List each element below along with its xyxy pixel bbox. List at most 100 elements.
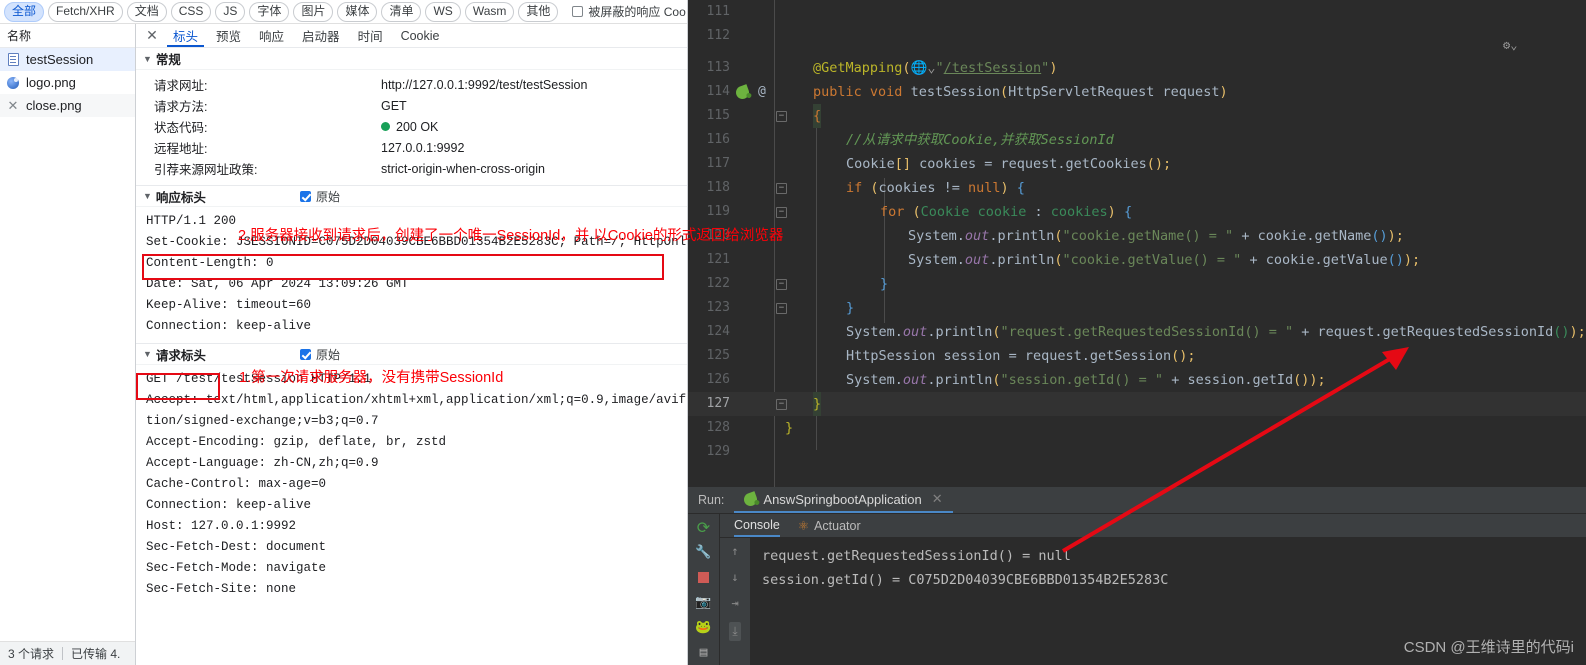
rerun-icon[interactable]: ⟳ — [695, 518, 713, 537]
row-value: strict-origin-when-cross-origin — [381, 161, 545, 176]
code-line: 122 − } — [688, 272, 1586, 296]
code-text: } — [846, 300, 855, 316]
run-config-tab[interactable]: AnswSpringbootApplication ✕ — [734, 487, 953, 513]
raw-label: 原始 — [315, 347, 340, 362]
network-status-bar: 3 个请求 已传输 4. — [0, 641, 135, 665]
run-header: Run: AnswSpringbootApplication ✕ — [688, 487, 1586, 514]
detail-tabs-bar: ✕ 标头 预览 响应 启动器 时间 Cookie — [136, 24, 687, 48]
scroll-down-icon[interactable]: ↓ — [731, 570, 738, 584]
tab-response[interactable]: 响应 — [250, 24, 293, 47]
code-text: System.out.println("session.getId() = " … — [846, 372, 1326, 388]
code-text: HttpSession session = request.getSession… — [846, 348, 1196, 364]
chevron-down-icon: ▼ — [143, 349, 152, 359]
detail-scroll-area[interactable]: ▼ 常规 请求网址: http://127.0.0.1:9992/test/te… — [136, 48, 687, 665]
filter-chip-image[interactable]: 图片 — [293, 1, 334, 22]
close-icon[interactable]: ✕ — [140, 24, 164, 47]
line-number: 118 — [706, 180, 730, 195]
tab-initiator[interactable]: 启动器 — [293, 24, 349, 47]
section-response-headers-header[interactable]: ▼ 响应标头 原始 — [136, 185, 687, 207]
section-general-header[interactable]: ▼ 常规 — [136, 48, 687, 70]
filter-chip-media[interactable]: 媒体 — [337, 1, 378, 22]
filter-chip-font[interactable]: 字体 — [249, 1, 290, 22]
camera-icon[interactable]: 📷 — [695, 593, 713, 611]
devtools-network-panel: 全部 Fetch/XHR 文档 CSS JS 字体 图片 媒体 清单 WS Wa… — [0, 0, 688, 665]
filter-chip-other[interactable]: 其他 — [518, 1, 559, 22]
response-raw-toggle[interactable]: 原始 — [299, 188, 340, 205]
tab-cookie[interactable]: Cookie — [392, 24, 449, 47]
request-raw-toggle[interactable]: 原始 — [299, 346, 340, 363]
request-detail-column: ✕ 标头 预览 响应 启动器 时间 Cookie ▼ 常规 请求网址: http… — [136, 24, 687, 665]
code-line: 126 System.out.println("session.getId() … — [688, 368, 1586, 392]
line-number: 114 — [706, 84, 730, 99]
scroll-to-end-icon[interactable]: ⤓ — [729, 622, 741, 641]
code-fold-icon[interactable]: − — [776, 111, 787, 122]
filter-chip-css[interactable]: CSS — [170, 1, 212, 22]
code-text: } — [785, 420, 794, 436]
code-fold-icon[interactable]: − — [776, 183, 787, 194]
code-fold-icon[interactable]: − — [776, 303, 787, 314]
header-line: Accept-Encoding: gzip, deflate, br, zstd — [146, 435, 447, 449]
checkbox-checked-icon — [299, 348, 311, 360]
stop-icon[interactable] — [695, 568, 713, 586]
list-item[interactable]: ✕ close.png — [0, 94, 135, 117]
checkbox-box-icon — [572, 6, 584, 17]
transferred-size: 已传输 4. — [71, 647, 121, 661]
header-line: Accept-Language: zh-CN,zh;q=0.9 — [146, 456, 379, 470]
code-line-current: 127 − } — [688, 392, 1586, 417]
spring-boot-icon — [742, 490, 760, 508]
filter-chip-doc[interactable]: 文档 — [126, 1, 167, 22]
header-line: Cache-Control: max-age=0 — [146, 477, 327, 491]
settings-wrench-icon[interactable]: 🔧 — [695, 543, 713, 561]
line-number: 129 — [706, 444, 730, 459]
tab-preview[interactable]: 预览 — [207, 24, 250, 47]
filter-chip-all[interactable]: 全部 — [4, 1, 45, 22]
blocked-cookies-label: 被屏蔽的响应 Coo — [588, 5, 686, 19]
filter-chip-fetch-xhr[interactable]: Fetch/XHR — [48, 1, 123, 22]
blocked-cookies-checkbox[interactable]: 被屏蔽的响应 Coo — [572, 3, 686, 20]
code-text: if (cookies != null) { — [846, 180, 1025, 196]
list-item-label: close.png — [26, 98, 82, 113]
tab-actuator[interactable]: ⚛ Actuator — [798, 514, 861, 537]
code-line: 117 Cookie[] cookies = request.getCookie… — [688, 152, 1586, 176]
code-line: 113 @GetMapping(🌐⌄"/testSession") — [688, 56, 1586, 80]
code-fold-icon[interactable]: − — [776, 399, 787, 410]
filter-chip-ws[interactable]: WS — [425, 1, 461, 22]
tab-headers[interactable]: 标头 — [164, 24, 207, 47]
list-item[interactable]: testSession — [0, 48, 135, 71]
layout-icon[interactable]: ▤ — [695, 643, 713, 661]
tab-timing[interactable]: 时间 — [349, 24, 392, 47]
list-item[interactable]: logo.png — [0, 71, 135, 94]
annotation-note-1: 1.第一次请求服务器，没有携带SessionId — [239, 370, 504, 386]
code-line: 128 } — [688, 416, 1586, 440]
row-value-status: 200 OK — [381, 120, 438, 134]
header-line: Content-Length: 0 — [146, 256, 274, 270]
request-headers-list: GET /test/testSession HTTP/1.1 Accept: t… — [136, 365, 687, 602]
table-row: 引荐来源网址政策: strict-origin-when-cross-origi… — [136, 158, 687, 179]
close-icon[interactable]: ✕ — [932, 491, 943, 507]
table-row: 请求网址: http://127.0.0.1:9992/test/testSes… — [136, 74, 687, 95]
filter-chip-js[interactable]: JS — [215, 1, 246, 22]
profiler-icon[interactable]: 🐸 — [695, 618, 713, 636]
filter-chip-manifest[interactable]: 清单 — [381, 1, 422, 22]
annotation-gutter-icon[interactable]: @ — [758, 80, 766, 104]
filter-chip-wasm[interactable]: Wasm — [464, 1, 515, 22]
request-list[interactable]: testSession logo.png ✕ close.png — [0, 48, 135, 641]
code-line: 115 − { — [688, 104, 1586, 129]
watermark: CSDN @王维诗里的代码i — [1403, 639, 1574, 656]
row-key: 远程地址: — [154, 142, 208, 156]
code-fold-icon[interactable]: − — [776, 207, 787, 218]
line-number: 117 — [706, 156, 730, 171]
section-response-headers-title: 响应标头 — [155, 190, 206, 205]
line-number: 115 — [706, 108, 730, 123]
tab-console[interactable]: Console — [734, 514, 780, 537]
scroll-up-icon[interactable]: ↑ — [731, 544, 738, 558]
soft-wrap-icon[interactable]: ⇥ — [731, 596, 738, 610]
status-text: 200 OK — [396, 119, 439, 134]
table-row: 请求方法: GET — [136, 95, 687, 116]
code-text: { — [813, 104, 822, 129]
code-line: 112 — [688, 24, 1586, 48]
code-editor[interactable]: 111 112 ⚙⌄ 113 @GetMapping(🌐⌄"/testSessi… — [688, 0, 1586, 487]
section-request-headers-header[interactable]: ▼ 请求标头 原始 — [136, 343, 687, 365]
intention-bulb-icon[interactable]: ⚙⌄ — [1503, 38, 1517, 52]
code-fold-icon[interactable]: − — [776, 279, 787, 290]
